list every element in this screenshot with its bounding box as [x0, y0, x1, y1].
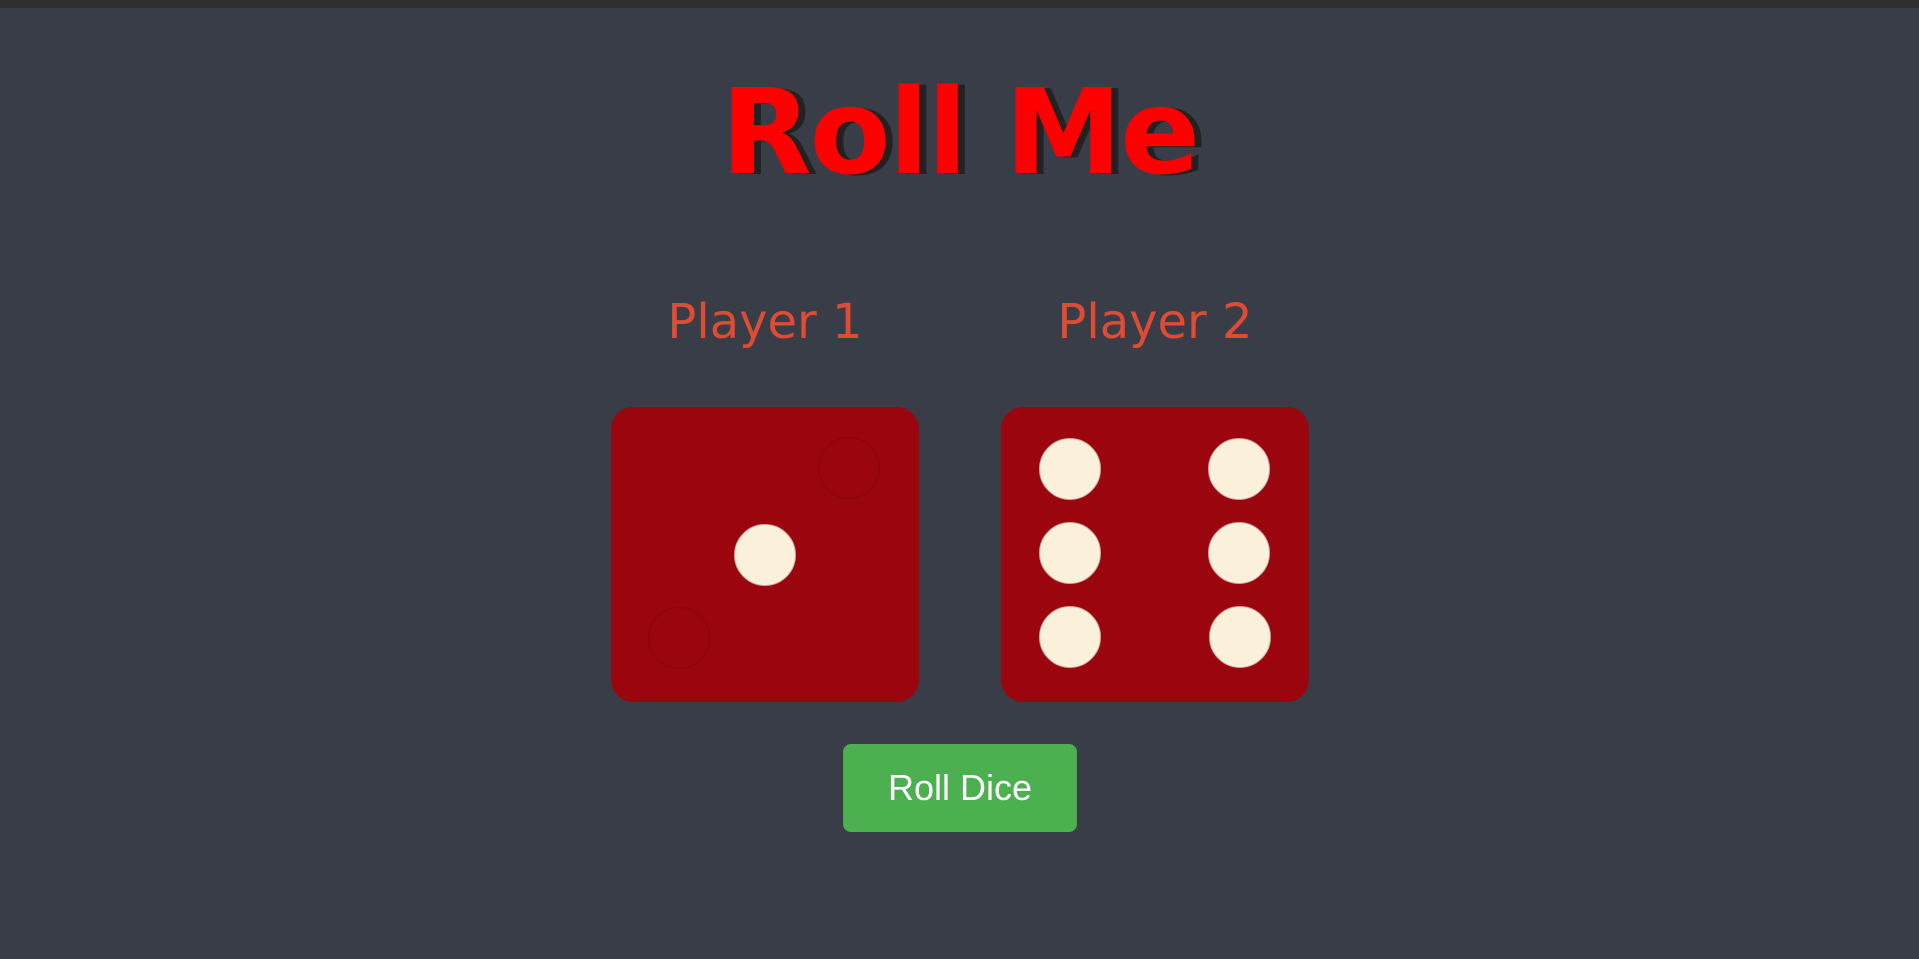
die-pip [734, 524, 796, 586]
player-1-label: Player 1 [667, 294, 863, 350]
player-2-die [1001, 407, 1309, 702]
roll-dice-button[interactable]: Roll Dice [843, 744, 1077, 832]
die-pip-faint [818, 437, 880, 499]
page-title: Roll Me [720, 63, 1200, 201]
browser-top-strip [0, 0, 1919, 8]
player-1-die [611, 407, 919, 702]
die-pip [1039, 438, 1101, 500]
die-pip [1039, 522, 1101, 584]
die-pip [1209, 606, 1271, 668]
player-2-label: Player 2 [1057, 294, 1253, 350]
die-pip [1208, 522, 1270, 584]
die-pip [1208, 438, 1270, 500]
die-pip [1039, 606, 1101, 668]
die-pip-faint [648, 607, 710, 669]
